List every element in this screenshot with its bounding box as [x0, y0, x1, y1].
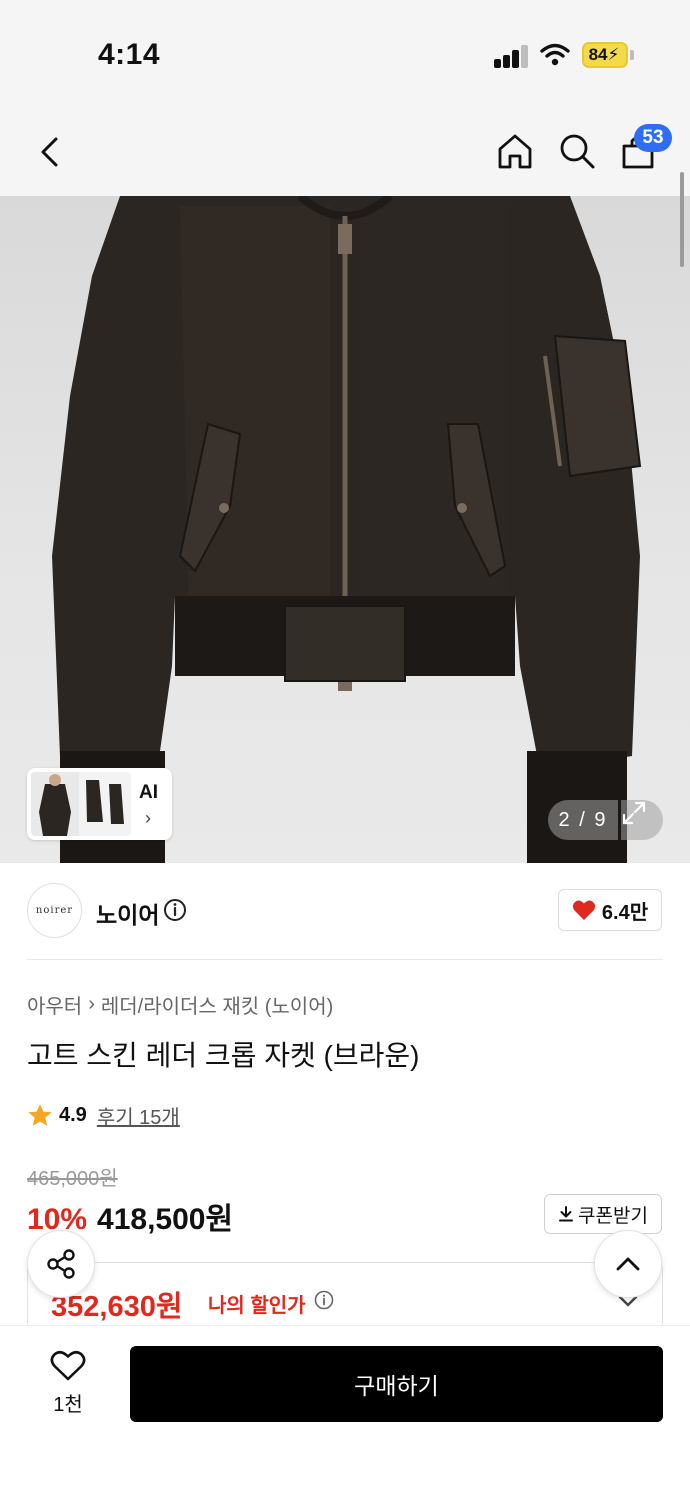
product-image-gallery[interactable]: AI › 2 / 9	[0, 196, 690, 863]
thumbnail-image	[31, 772, 131, 836]
breadcrumb: 아우터 › 레더/라이더스 재킷 (노이어)	[27, 990, 333, 1019]
download-icon	[559, 1206, 574, 1222]
expand-icon	[622, 801, 646, 825]
back-button[interactable]	[26, 128, 74, 176]
search-icon	[560, 134, 595, 169]
coupon-button[interactable]: 쿠폰받기	[544, 1194, 662, 1234]
brand-like-count: 6.4만	[601, 901, 649, 924]
brand-logo[interactable]: noirer	[27, 883, 82, 938]
page-indicator: 2 / 9	[548, 800, 618, 840]
wishlist-button[interactable]: 1천	[34, 1350, 102, 1422]
share-icon	[47, 1249, 75, 1279]
home-button[interactable]	[492, 128, 538, 174]
battery-icon: 84⚡	[582, 42, 628, 68]
back-icon	[41, 137, 58, 167]
chevron-right-icon: ›	[145, 808, 151, 828]
top-navigation: 53	[0, 110, 690, 196]
my-discount-label: 나의 할인가	[208, 1295, 306, 1317]
thumbnail-photo	[31, 772, 131, 836]
original-price: 465,000원	[27, 1168, 118, 1190]
share-button[interactable]	[27, 1230, 95, 1298]
expand-button[interactable]	[621, 800, 663, 840]
chevron-right-icon: ›	[88, 993, 95, 1015]
heart-outline-icon	[50, 1350, 86, 1381]
rating-value: 4.9	[59, 1104, 87, 1126]
product-photo	[52, 196, 642, 863]
divider	[27, 959, 663, 960]
breadcrumb-category[interactable]: 아우터	[27, 990, 82, 1019]
scrollbar[interactable]	[680, 172, 684, 267]
status-bar: 4:14 84⚡	[0, 0, 690, 110]
breadcrumb-subcategory[interactable]: 레더/라이더스 재킷 (노이어)	[101, 990, 333, 1019]
brand-like-button[interactable]: 6.4만	[558, 889, 662, 931]
ai-thumbnail-card[interactable]: AI ›	[27, 768, 172, 840]
home-icon	[498, 134, 532, 169]
sale-price: 418,500원	[97, 1203, 234, 1236]
battery-level: 84⚡	[588, 45, 620, 64]
review-link[interactable]: 후기 15개	[97, 1101, 180, 1130]
heart-filled-icon	[572, 900, 596, 920]
search-button[interactable]	[554, 128, 600, 174]
info-icon[interactable]	[163, 898, 187, 922]
brand-name[interactable]: 노이어	[96, 896, 159, 930]
ai-label: AI	[139, 782, 158, 803]
wishlist-count: 1천	[53, 1394, 83, 1416]
cart-count-badge: 53	[634, 124, 672, 152]
charging-bolt-icon: ⚡	[607, 45, 620, 64]
info-icon[interactable]	[314, 1290, 334, 1310]
bottom-action-bar: 1천 구매하기	[0, 1325, 690, 1500]
battery-cap	[630, 50, 634, 60]
product-title: 고트 스킨 레더 크롭 자켓 (브라운)	[27, 1040, 420, 1071]
buy-button[interactable]: 구매하기	[130, 1346, 663, 1422]
wifi-icon	[540, 43, 570, 66]
status-time: 4:14	[98, 38, 161, 71]
coupon-label: 쿠폰받기	[578, 1205, 648, 1227]
chevron-up-icon	[616, 1257, 640, 1271]
scroll-to-top-button[interactable]	[594, 1230, 662, 1298]
rating-row: 4.9 후기 15개	[27, 1101, 180, 1130]
cellular-signal-icon	[494, 44, 530, 68]
star-icon	[28, 1104, 52, 1126]
